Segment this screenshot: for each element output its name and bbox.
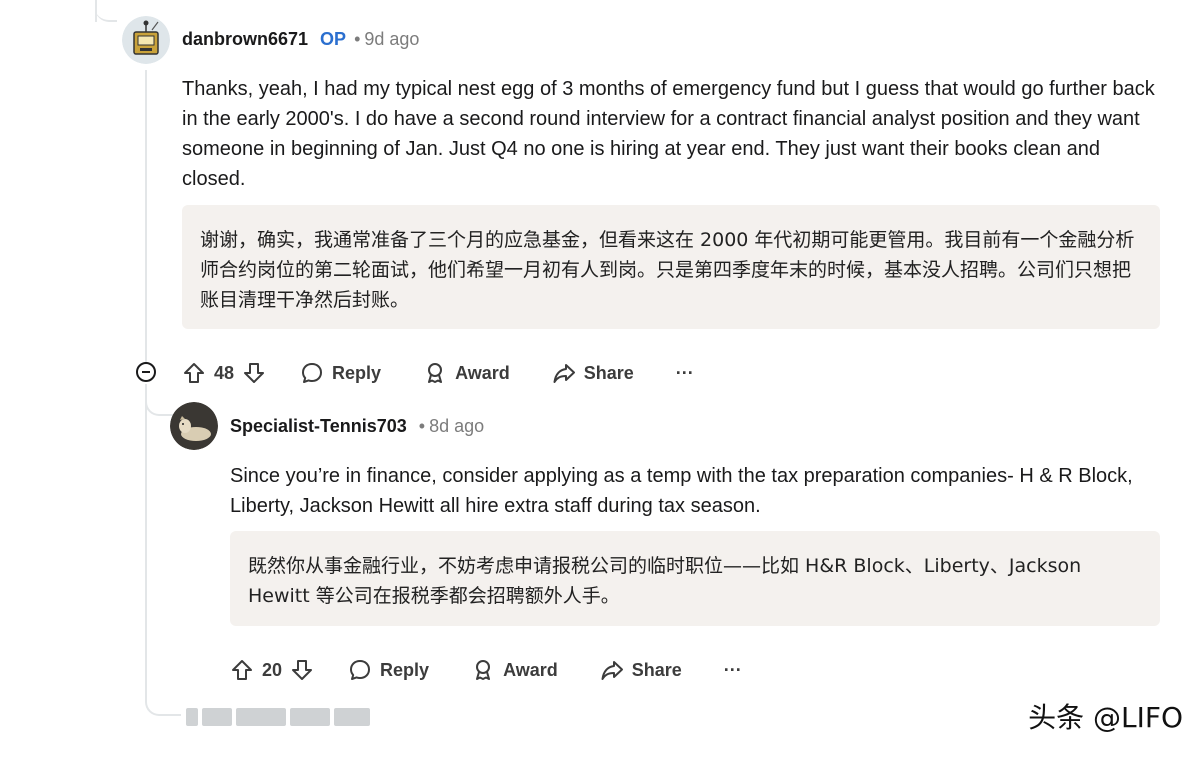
- thread-elbow-reply: [145, 384, 173, 416]
- robot-avatar-icon: [122, 16, 170, 64]
- vote-score: 48: [214, 362, 235, 383]
- author-name[interactable]: Specialist-Tennis703: [230, 416, 407, 437]
- meta-separator: •: [354, 29, 361, 49]
- dog-avatar-icon: [170, 402, 218, 450]
- author-name[interactable]: danbrown6671: [182, 29, 308, 50]
- share-label: Share: [583, 362, 634, 383]
- more-options-button[interactable]: ···: [724, 660, 742, 681]
- share-button[interactable]: Share: [552, 361, 634, 385]
- downvote-icon: [244, 363, 265, 383]
- reply-button[interactable]: Reply: [348, 658, 429, 682]
- comment-meta: Specialist-Tennis703 • 8d ago: [230, 416, 484, 437]
- award-icon: [476, 660, 491, 680]
- upvote-icon: [184, 363, 204, 383]
- cropped-next-comment: [186, 708, 370, 726]
- translation-box: 既然你从事金融行业，不妨考虑申请报税公司的临时职位——比如 H&R Block、…: [230, 531, 1160, 626]
- share-arrow-icon: [601, 661, 623, 680]
- award-button[interactable]: Award: [471, 658, 558, 682]
- upvote-button[interactable]: [230, 658, 254, 682]
- reply-label: Reply: [380, 659, 430, 680]
- downvote-icon: [292, 660, 313, 680]
- thread-line-comment-1-lower[interactable]: [145, 384, 147, 684]
- action-bar: 48 Reply Award Share ···: [182, 359, 694, 387]
- vote-score: 20: [262, 659, 283, 680]
- avatar[interactable]: [122, 16, 170, 64]
- timestamp[interactable]: 9d ago: [364, 29, 419, 50]
- action-bar: 20 Reply Award Share ···: [230, 656, 742, 684]
- thread-elbow-bottom: [145, 684, 181, 716]
- comment-body: Thanks, yeah, I had my typical nest egg …: [182, 78, 1155, 190]
- op-badge: OP: [320, 29, 347, 49]
- timestamp[interactable]: 8d ago: [429, 416, 484, 437]
- upvote-icon: [232, 660, 252, 680]
- comment-meta: danbrown6671 OP • 9d ago: [182, 29, 419, 50]
- award-label: Award: [503, 659, 558, 680]
- reply-label: Reply: [332, 362, 382, 383]
- reply-bubble-icon: [302, 363, 323, 383]
- more-icon: ···: [675, 362, 694, 383]
- award-button[interactable]: Award: [423, 361, 510, 385]
- meta-separator: •: [418, 416, 426, 436]
- award-icon: [428, 363, 443, 383]
- more-icon: ···: [723, 659, 742, 680]
- more-options-button[interactable]: ···: [676, 363, 694, 384]
- reply-bubble-icon: [350, 660, 371, 680]
- avatar[interactable]: [170, 402, 218, 450]
- upvote-button[interactable]: [182, 361, 206, 385]
- reply-button[interactable]: Reply: [300, 361, 381, 385]
- translation-box: 谢谢，确实，我通常准备了三个月的应急基金，但看来这在 2000 年代初期可能更管…: [182, 205, 1160, 329]
- share-label: Share: [631, 659, 682, 680]
- share-button[interactable]: Share: [600, 658, 682, 682]
- award-label: Award: [455, 362, 510, 383]
- watermark: 头条 @LIFO: [1028, 701, 1183, 734]
- thread-elbow-top: [95, 0, 117, 22]
- thread-line-comment-1[interactable]: [145, 70, 147, 362]
- downvote-button[interactable]: [290, 658, 314, 682]
- share-arrow-icon: [553, 364, 575, 383]
- comment-body: Since you’re in finance, consider applyi…: [230, 465, 1133, 517]
- downvote-button[interactable]: [242, 361, 266, 385]
- collapse-icon[interactable]: [136, 362, 156, 382]
